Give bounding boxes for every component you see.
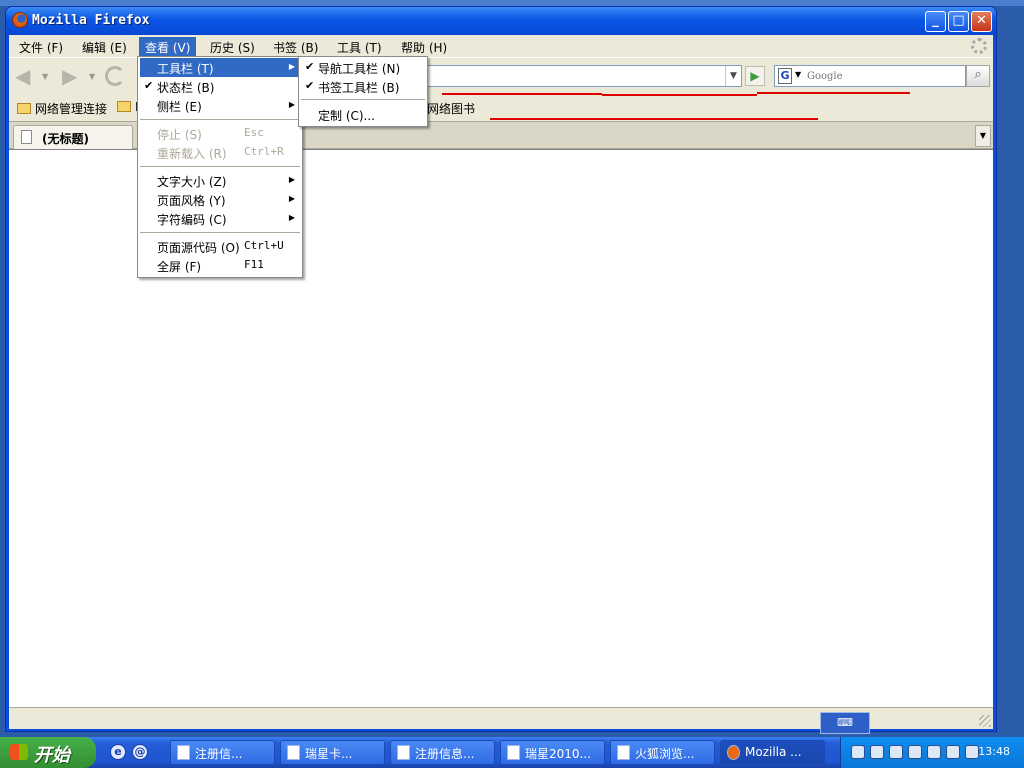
menu-edit[interactable]: 编辑 (E) xyxy=(76,37,133,56)
forward-history-dropdown[interactable]: ▼ xyxy=(89,72,95,81)
menu-item-page-style[interactable]: 页面风格 (Y) ▶ xyxy=(140,190,300,209)
umbrella-icon[interactable] xyxy=(927,745,941,759)
document-icon xyxy=(287,745,300,760)
windows-flag-icon xyxy=(10,744,28,760)
menu-item-page-source[interactable]: 页面源代码 (O) Ctrl+U xyxy=(140,237,300,256)
page-icon xyxy=(21,130,32,144)
document-icon xyxy=(397,745,410,760)
title-bar[interactable]: Mozilla Firefox _ □ ✕ xyxy=(6,7,996,35)
taskbar-item[interactable]: 火狐浏览... xyxy=(610,740,715,765)
menu-item-nav-toolbar[interactable]: ✔ 导航工具栏 (N) xyxy=(301,58,425,77)
ime-keyboard-icon[interactable]: ⌨ xyxy=(820,712,870,734)
menu-bookmarks[interactable]: 书签 (B) xyxy=(267,37,324,56)
bookmark-folder[interactable]: 网络管理连接 xyxy=(17,100,107,117)
menu-tools[interactable]: 工具 (T) xyxy=(331,37,388,56)
start-label: 开始 xyxy=(34,745,70,766)
menu-separator xyxy=(301,99,425,100)
go-arrow-icon[interactable]: ▶ xyxy=(745,66,765,86)
magnifier-icon[interactable]: ⌕ xyxy=(966,65,990,87)
google-engine-icon[interactable]: G xyxy=(778,68,792,84)
menu-bar: 文件 (F) 编辑 (E) 查看 (V) 历史 (S) 书签 (B) 工具 (T… xyxy=(9,35,993,57)
security-icon[interactable] xyxy=(870,745,884,759)
bookmark-label: 网络图书 xyxy=(427,102,476,116)
resize-grip-icon[interactable] xyxy=(979,715,991,727)
tab-untitled[interactable]: (无标题) xyxy=(13,125,133,149)
menu-separator xyxy=(140,232,300,233)
outlook-icon[interactable]: @ xyxy=(132,744,148,760)
firefox-icon xyxy=(727,745,740,760)
tab-label: (无标题) xyxy=(42,132,89,146)
menu-history[interactable]: 历史 (S) xyxy=(204,37,261,56)
view-menu: 工具栏 (T) ▶ ✔ 状态栏 (B) 侧栏 (E) ▶ 停止 (S) Esc 重新载入… xyxy=(137,56,303,278)
back-arrow-icon[interactable]: ◀ xyxy=(15,66,37,86)
menu-file[interactable]: 文件 (F) xyxy=(13,37,69,56)
document-icon xyxy=(177,745,190,760)
close-button[interactable]: ✕ xyxy=(971,11,992,32)
back-history-dropdown[interactable]: ▼ xyxy=(42,72,48,81)
annotation-line xyxy=(490,118,818,120)
shield-icon[interactable] xyxy=(889,745,903,759)
clock[interactable]: 13:48 xyxy=(978,745,1010,758)
menu-item-toolbars[interactable]: 工具栏 (T) ▶ xyxy=(140,58,300,77)
menu-view[interactable]: 查看 (V) xyxy=(139,37,197,56)
menu-item-sidebar[interactable]: 侧栏 (E) ▶ xyxy=(140,96,300,115)
bookmark-link[interactable]: 网络图书 xyxy=(427,100,475,117)
maximize-button[interactable]: □ xyxy=(948,11,969,32)
menu-item-statusbar[interactable]: ✔ 状态栏 (B) xyxy=(140,77,300,96)
throbber-icon xyxy=(971,38,987,54)
system-tray: 13:48 xyxy=(840,737,1024,768)
taskbar-item[interactable]: 瑞星2010... xyxy=(500,740,605,765)
toolbars-submenu: ✔ 导航工具栏 (N) ✔ 书签工具栏 (B) 定制 (C)... xyxy=(298,56,428,127)
printer-icon[interactable] xyxy=(946,745,960,759)
taskbar-item[interactable]: 注册信... xyxy=(170,740,275,765)
start-button[interactable]: 开始 xyxy=(0,737,96,768)
check-icon: ✔ xyxy=(144,79,154,92)
volume-icon[interactable] xyxy=(965,745,979,759)
menu-help[interactable]: 帮助 (H) xyxy=(395,37,453,56)
taskbar: 开始 e @ 注册信... 瑞星卡... 注册信息... 瑞星2010... 火… xyxy=(0,737,1024,768)
url-dropdown-icon[interactable]: ▼ xyxy=(725,66,741,86)
menu-item-reload[interactable]: 重新载入 (R) Ctrl+R xyxy=(140,143,300,162)
annotation-line xyxy=(442,93,602,95)
taskbar-item[interactable]: 瑞星卡... xyxy=(280,740,385,765)
folder-icon xyxy=(117,101,131,112)
reload-icon[interactable] xyxy=(105,66,125,86)
search-bar: G ▼ xyxy=(774,65,966,87)
menu-item-bookmarks-toolbar[interactable]: ✔ 书签工具栏 (B) xyxy=(301,77,425,96)
taskbar-item[interactable]: 注册信息... xyxy=(390,740,495,765)
check-icon: ✔ xyxy=(305,79,315,92)
menu-item-fullscreen[interactable]: 全屏 (F) F11 xyxy=(140,256,300,275)
tab-list-dropdown-icon[interactable]: ▼ xyxy=(975,125,991,147)
folder-icon xyxy=(17,103,31,114)
minimize-button[interactable]: _ xyxy=(925,11,946,32)
menu-item-encoding[interactable]: 字符编码 (C) ▶ xyxy=(140,209,300,228)
update-icon[interactable] xyxy=(908,745,922,759)
bookmark-label: 网络管理连接 xyxy=(35,102,108,116)
menu-separator xyxy=(140,119,300,120)
check-icon: ✔ xyxy=(305,60,315,73)
menu-item-stop[interactable]: 停止 (S) Esc xyxy=(140,124,300,143)
menu-separator xyxy=(140,166,300,167)
ie-icon[interactable]: e xyxy=(110,744,126,760)
window-title: Mozilla Firefox xyxy=(32,13,150,28)
annotation-line xyxy=(757,92,910,94)
engine-dropdown-icon[interactable]: ▼ xyxy=(795,70,801,79)
search-input[interactable] xyxy=(805,66,963,86)
network-icon[interactable] xyxy=(851,745,865,759)
menu-item-text-size[interactable]: 文字大小 (Z) ▶ xyxy=(140,171,300,190)
document-icon xyxy=(617,745,630,760)
document-icon xyxy=(507,745,520,760)
firefox-icon xyxy=(12,12,28,28)
menu-item-customize[interactable]: 定制 (C)... xyxy=(301,105,425,124)
annotation-line xyxy=(602,94,757,96)
bookmark-folder[interactable]: I xyxy=(117,100,139,114)
forward-arrow-icon[interactable]: ▶ xyxy=(62,66,84,86)
taskbar-item-firefox[interactable]: Mozilla ... xyxy=(720,740,825,765)
